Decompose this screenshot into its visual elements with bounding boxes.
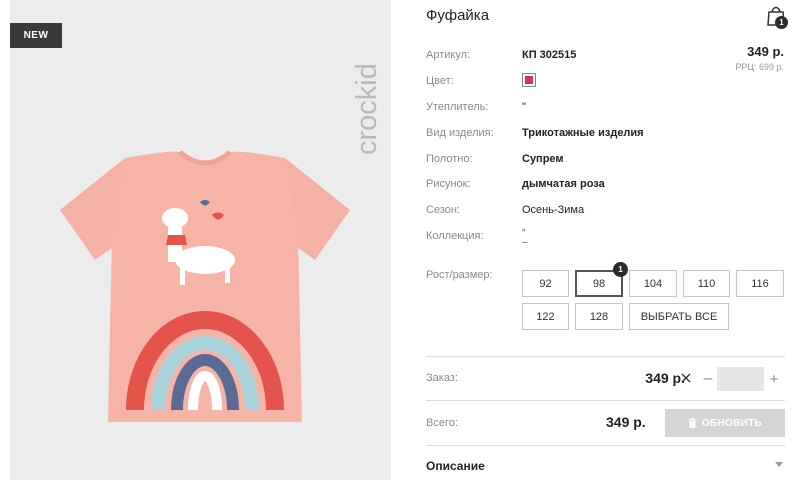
qty-increase-button[interactable]: + xyxy=(766,368,782,390)
attr-label: Вид изделия: xyxy=(426,127,494,139)
attr-value: Осень-Зима xyxy=(522,204,585,216)
divider xyxy=(426,400,785,401)
brand-logo: crockid xyxy=(351,63,383,155)
order-label: Заказ: xyxy=(426,372,458,384)
attr-label: Утеплитель: xyxy=(426,101,489,113)
close-icon[interactable] xyxy=(680,372,692,384)
product-image: NEW crockid xyxy=(10,0,391,480)
size-option-104[interactable]: 104 xyxy=(629,270,677,297)
trash-icon xyxy=(688,418,697,428)
rrc-price: РРЦ: 699 р. xyxy=(735,62,784,72)
product-title: Фуфайка xyxy=(426,7,490,24)
selected-size-count-badge: 1 xyxy=(613,262,628,277)
collection-value-line2: – xyxy=(522,237,528,248)
update-button[interactable]: ОБНОВИТЬ xyxy=(665,409,785,437)
product-details: Фуфайка 1 349 р. РРЦ: 699 р. Артикул: КП… xyxy=(426,0,788,480)
total-price: 349 р. xyxy=(606,414,646,430)
size-option-122[interactable]: 122 xyxy=(522,303,569,330)
color-swatch-fill xyxy=(525,76,533,84)
size-option-110[interactable]: 110 xyxy=(683,270,730,297)
attr-label: Сезон: xyxy=(426,204,460,216)
attr-value: КП 302515 xyxy=(522,49,577,61)
size-option-128[interactable]: 128 xyxy=(575,303,623,330)
divider xyxy=(426,356,785,357)
collection-value: " – xyxy=(522,229,528,248)
chevron-down-icon[interactable] xyxy=(775,460,783,468)
size-option-116[interactable]: 116 xyxy=(736,270,784,297)
size-option-92[interactable]: 92 xyxy=(522,270,569,297)
attr-label: Рисунок: xyxy=(426,178,471,190)
size-label: Рост/размер: xyxy=(426,269,493,281)
update-button-label: ОБНОВИТЬ xyxy=(701,417,763,429)
quantity-input[interactable] xyxy=(717,367,764,391)
attr-value: Трикотажные изделия xyxy=(522,127,644,139)
attr-value: " xyxy=(522,101,526,113)
total-label: Всего: xyxy=(426,417,458,429)
attr-value: дымчатая роза xyxy=(522,178,605,190)
description-title[interactable]: Описание xyxy=(426,459,485,473)
product-price: 349 р. xyxy=(747,44,784,59)
cart-count-badge: 1 xyxy=(775,16,788,29)
divider xyxy=(426,445,785,446)
qty-decrease-button[interactable]: – xyxy=(700,368,716,390)
new-badge: NEW xyxy=(10,23,62,48)
attr-label: Полотно: xyxy=(426,153,473,165)
attr-label: Цвет: xyxy=(426,75,454,87)
tshirt-image xyxy=(60,150,350,422)
color-swatch[interactable] xyxy=(522,73,536,87)
attr-label: Коллекция: xyxy=(426,230,484,242)
select-all-sizes-button[interactable]: ВЫБРАТЬ ВСЕ xyxy=(629,303,729,330)
attr-value: Супрем xyxy=(522,153,564,165)
attr-label: Артикул: xyxy=(426,49,471,61)
